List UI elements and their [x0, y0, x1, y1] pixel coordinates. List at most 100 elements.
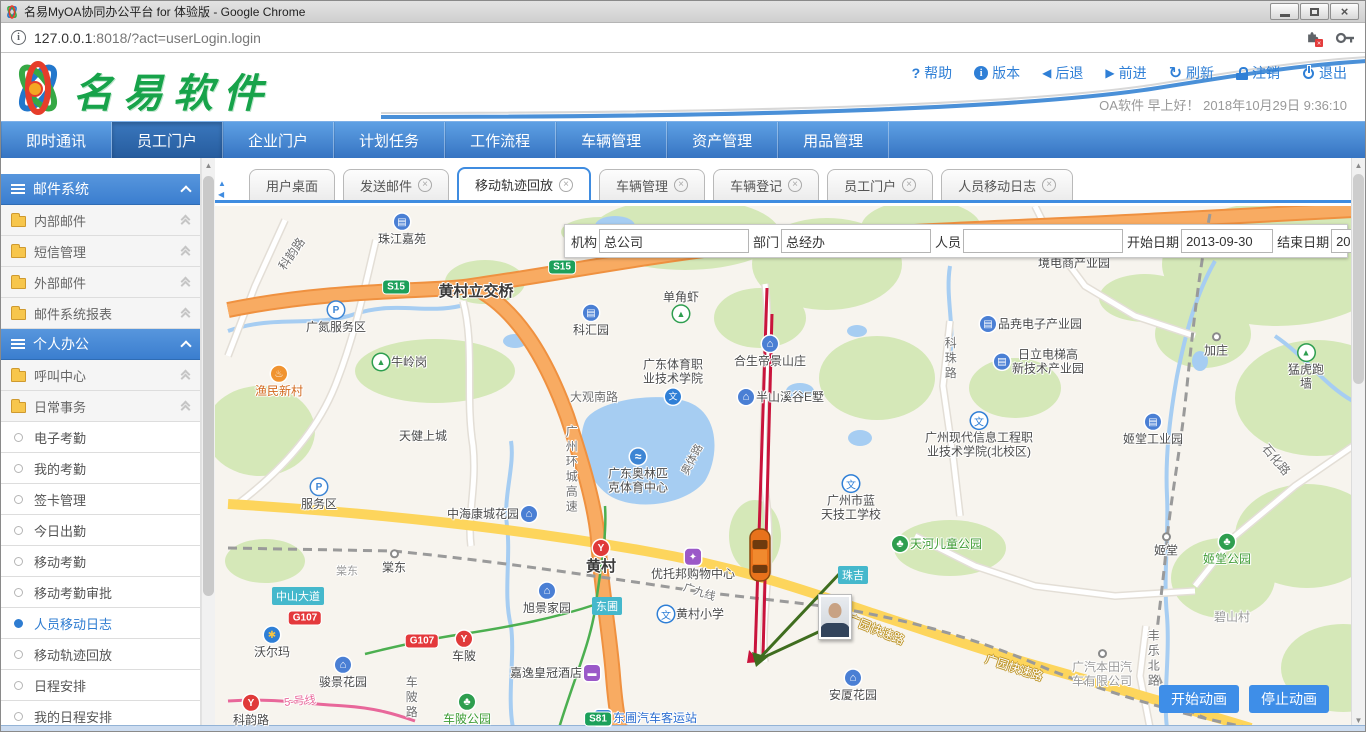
query-input[interactable]	[1331, 229, 1351, 253]
sidebar-item[interactable]: 移动考勤	[1, 546, 200, 577]
close-tab-icon[interactable]	[1042, 178, 1056, 192]
nav-item[interactable]: 工作流程	[445, 122, 556, 158]
header-link[interactable]: 版本	[974, 63, 1020, 83]
map-area[interactable]: 珠江嘉苑 科韵路 黄村立交桥 广氮服务区 牛岭岗	[215, 206, 1351, 727]
tab[interactable]: 用户桌面	[249, 169, 335, 200]
nav-item[interactable]: 资产管理	[667, 122, 778, 158]
page-scrollbar[interactable]: ▲ ▼	[1351, 158, 1365, 727]
sidebar-scroll-thumb[interactable]	[203, 176, 214, 596]
key-icon[interactable]	[1335, 31, 1355, 45]
car-marker[interactable]	[747, 526, 773, 589]
sidebar-scrollbar[interactable]: ▲	[201, 158, 215, 727]
parking-icon	[328, 302, 344, 318]
sidebar-item[interactable]: 短信管理	[1, 236, 200, 267]
url-text[interactable]: 127.0.0.1:8018/?act=userLogin.login	[34, 30, 1305, 46]
tab[interactable]: 车辆管理	[599, 169, 705, 200]
header-link[interactable]: 刷新	[1169, 63, 1214, 83]
nav-item[interactable]: 计划任务	[334, 122, 445, 158]
tab[interactable]: 车辆登记	[713, 169, 819, 200]
map-label: 牛岭岗	[373, 354, 427, 370]
nav-item[interactable]: 企业门户	[223, 122, 334, 158]
map-label: 日立电梯高 新技术产业园	[994, 348, 1084, 377]
tab[interactable]: 员工门户	[827, 169, 933, 200]
house-icon	[738, 389, 754, 405]
nav-item[interactable]: 即时通讯	[1, 122, 112, 158]
sidebar-item[interactable]: 签卡管理	[1, 484, 200, 515]
map-label: 科汇园	[573, 305, 609, 337]
header-link[interactable]: 退出	[1302, 63, 1347, 83]
query-input[interactable]	[963, 229, 1123, 253]
map-label: 加庄	[1204, 332, 1228, 357]
dot-icon	[389, 549, 398, 558]
address-bar[interactable]: i 127.0.0.1:8018/?act=userLogin.login ×	[1, 23, 1365, 53]
close-tab-icon[interactable]	[902, 178, 916, 192]
query-input[interactable]	[781, 229, 931, 253]
map-label: 科韵路	[233, 695, 269, 727]
sidebar-item[interactable]: 日程安排	[1, 670, 200, 701]
sidebar-item[interactable]: 我的日程安排	[1, 701, 200, 727]
map-label: 姬堂公园	[1203, 534, 1251, 566]
person-marker[interactable]	[818, 594, 852, 640]
sidebar-item[interactable]: 电子考勤	[1, 422, 200, 453]
sidebar-item[interactable]: 我的考勤	[1, 453, 200, 484]
road-shield: G107	[406, 635, 438, 648]
map-label: 黄村	[586, 540, 616, 576]
sidebar-item[interactable]: 邮件系统	[1, 174, 200, 205]
close-tab-icon[interactable]	[788, 178, 802, 192]
sidebar-item[interactable]: 个人办公	[1, 329, 200, 360]
close-tab-icon[interactable]	[674, 178, 688, 192]
animation-button[interactable]: 停止动画	[1249, 685, 1329, 713]
road-shield: G107	[289, 612, 321, 625]
window-title-bar: 名易MyOA协同办公平台 for 体验版 - Google Chrome ×	[1, 1, 1365, 23]
main-panel: ▲◀ 用户桌面 发送邮件 移动轨迹回放 车辆管理 车辆登记	[215, 158, 1351, 727]
tab-scroll-arrows[interactable]: ▲◀	[218, 180, 226, 199]
sidebar-item[interactable]: 移动轨迹回放	[1, 639, 200, 670]
sidebar-item-icon	[11, 402, 26, 413]
map-label: 姬堂工业园	[1123, 414, 1183, 446]
query-input[interactable]	[1181, 229, 1273, 253]
building-icon	[394, 214, 410, 230]
sidebar-item[interactable]: 移动考勤审批	[1, 577, 200, 608]
building-icon	[1145, 414, 1161, 430]
help-icon	[912, 65, 921, 81]
chevron-up-icon	[180, 185, 191, 196]
close-tab-icon[interactable]	[559, 178, 573, 192]
sidebar-item[interactable]: 邮件系统报表	[1, 298, 200, 329]
nav-item[interactable]: 车辆管理	[556, 122, 667, 158]
map-label: 渔民新村	[255, 366, 303, 398]
sidebar-item[interactable]: 人员移动日志	[1, 608, 200, 639]
query-input[interactable]	[599, 229, 749, 253]
nav-item[interactable]: 用品管理	[778, 122, 889, 158]
map-label: 大观南路	[570, 390, 618, 404]
house-icon	[845, 670, 861, 686]
page-scroll-thumb[interactable]	[1353, 174, 1364, 384]
header-link[interactable]: 后退	[1042, 63, 1083, 83]
extension-icon[interactable]: ×	[1305, 29, 1323, 47]
scroll-up-icon[interactable]: ▲	[1352, 158, 1365, 172]
maximize-button[interactable]	[1300, 3, 1329, 20]
header-link[interactable]: 注销	[1236, 63, 1280, 83]
building-icon	[994, 354, 1010, 370]
nav-item[interactable]: 员工门户	[112, 122, 223, 158]
sidebar-item[interactable]: 日常事务	[1, 391, 200, 422]
tab-scroll-up-icon: ▲	[218, 180, 226, 188]
sidebar-item[interactable]: 今日出勤	[1, 515, 200, 546]
header-link[interactable]: 前进	[1105, 63, 1146, 83]
sidebar-item[interactable]: 呼叫中心	[1, 360, 200, 391]
animation-button[interactable]: 开始动画	[1159, 685, 1239, 713]
tab[interactable]: 移动轨迹回放	[457, 167, 591, 200]
tab[interactable]: 发送邮件	[343, 169, 449, 200]
scroll-up-icon[interactable]: ▲	[202, 158, 215, 172]
building-icon	[583, 305, 599, 321]
header-link[interactable]: 帮助	[912, 63, 953, 83]
close-tab-icon[interactable]	[418, 178, 432, 192]
tab[interactable]: 人员移动日志	[941, 169, 1073, 200]
sidebar-item[interactable]: 外部邮件	[1, 267, 200, 298]
close-button[interactable]: ×	[1330, 3, 1359, 20]
metro-icon	[593, 540, 609, 556]
app-logo-icon	[9, 59, 67, 115]
sidebar-item[interactable]: 内部邮件	[1, 205, 200, 236]
map-label: 沃尔玛	[254, 627, 290, 659]
site-info-icon[interactable]: i	[11, 30, 26, 45]
minimize-button[interactable]	[1270, 3, 1299, 20]
